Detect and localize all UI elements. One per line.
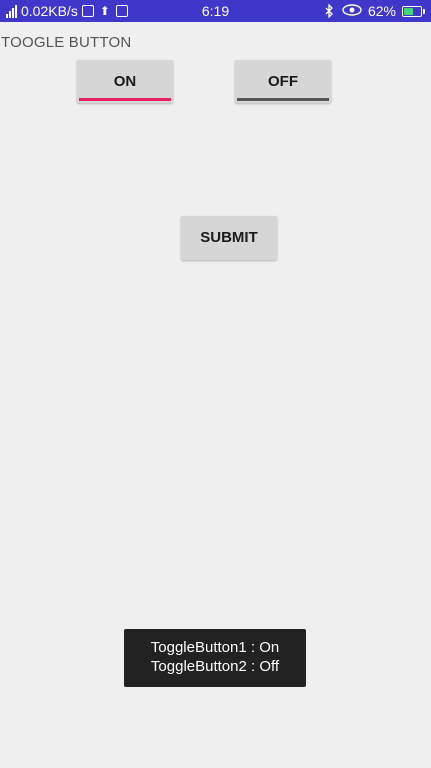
toast-line-2: ToggleButton2 : Off [150,658,280,675]
battery-icon [402,5,425,17]
eye-icon [342,4,362,18]
submit-button[interactable]: SUBMIT [181,216,277,260]
toggle-button-1-label: ON [113,73,137,90]
toast-line-1: ToggleButton1 : On [150,639,280,656]
status-bar: 0.02KB/s ⬆ 6:19 62% [0,0,431,22]
toggle-button-2[interactable]: OFF [235,60,331,103]
toggle-button-1-indicator [79,98,171,101]
bluetooth-icon [322,3,336,19]
app-title: TOOGLE BUTTON [1,34,132,51]
toggle-button-2-label: OFF [268,73,298,90]
status-bar-right: 62% [322,3,425,19]
battery-percent: 62% [367,3,396,19]
toast-message: ToggleButton1 : On ToggleButton2 : Off [124,629,306,687]
toggle-button-1[interactable]: ON [77,60,173,103]
toggle-button-2-indicator [237,98,329,101]
